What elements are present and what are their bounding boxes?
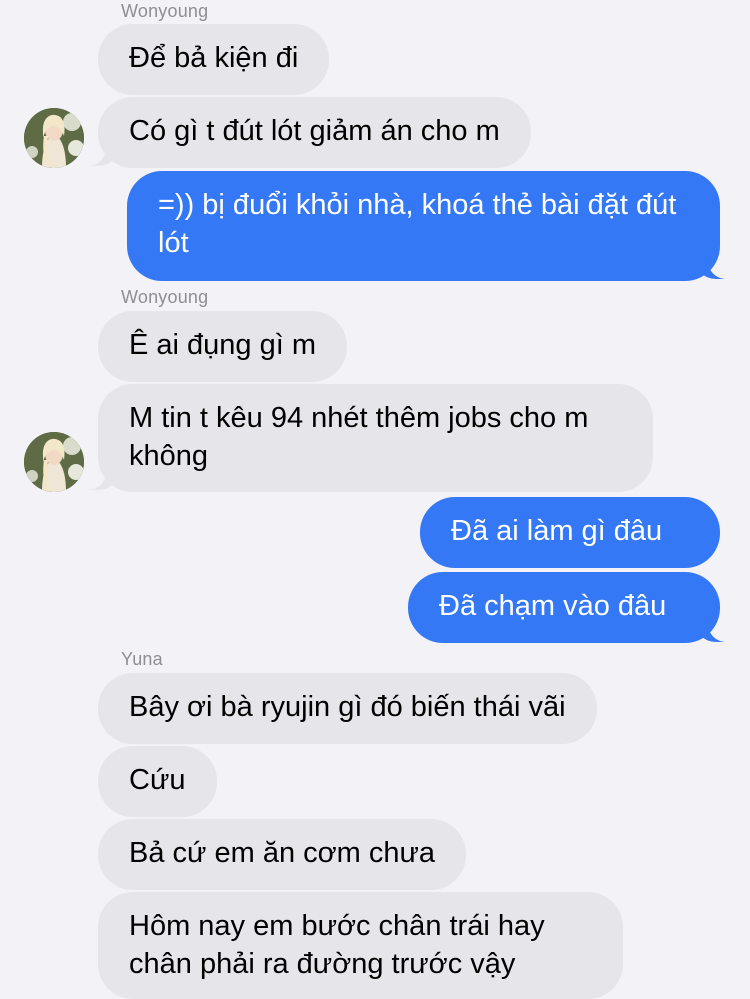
incoming-message[interactable]: Ê ai đụng gì m [98, 311, 347, 382]
incoming-message[interactable]: Bây ơi bà ryujin gì đó biến thái vãi [98, 673, 597, 744]
incoming-message[interactable]: Để bả kiện đi [98, 24, 330, 95]
avatar[interactable] [24, 432, 84, 492]
outgoing-message[interactable]: Đã ai làm gì đâu [420, 497, 720, 568]
incoming-message[interactable]: M tin t kêu 94 nhét thêm jobs cho m khôn… [98, 384, 653, 492]
incoming-message[interactable]: Bả cứ em ăn cơm chưa [98, 819, 467, 890]
outgoing-message[interactable]: Đã chạm vào đâu [408, 572, 720, 643]
avatar[interactable] [24, 108, 84, 168]
sender-name: Yuna [121, 649, 163, 669]
incoming-message[interactable]: Hôm nay em bước chân trái hay chân phải … [98, 892, 623, 999]
sender-name: Wonyoung [121, 287, 209, 307]
avatar-photo-icon [24, 432, 84, 492]
outgoing-message[interactable]: =)) bị đuổi khỏi nhà, khoá thẻ bài đặt đ… [127, 171, 720, 281]
sender-name: Wonyoung [121, 1, 209, 21]
avatar-photo-icon [24, 108, 84, 168]
message-thread: Wonyoung Để bả kiện đi Có gì t đút lót g… [0, 0, 750, 999]
incoming-message[interactable]: Cứu [98, 746, 217, 817]
incoming-message[interactable]: Có gì t đút lót giảm án cho m [98, 97, 531, 168]
